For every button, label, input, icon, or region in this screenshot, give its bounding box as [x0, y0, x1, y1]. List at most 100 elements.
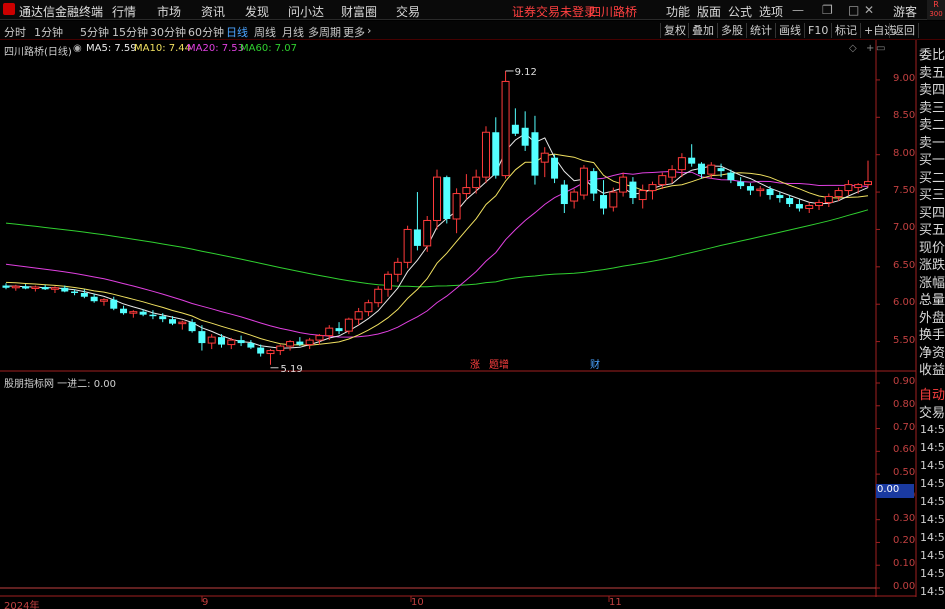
side-tab-1[interactable]: 交易	[919, 402, 945, 421]
candle-down	[531, 115, 539, 185]
candle-down	[413, 192, 421, 251]
indicator-tick-label: 0.90	[893, 376, 916, 387]
side-label-5: 卖一	[919, 135, 945, 151]
side-label-14: 总量	[919, 293, 945, 308]
candle-up	[207, 334, 216, 350]
event-marker: 涨	[470, 359, 480, 371]
candle-body	[393, 261, 402, 275]
candle-body	[315, 335, 324, 341]
side-label-2: 卖四	[919, 83, 945, 98]
price-tick-label: 8.50	[893, 110, 916, 122]
candle-down	[737, 177, 745, 190]
candle-up	[805, 202, 814, 213]
candle-body	[266, 350, 275, 355]
candle-body	[305, 339, 314, 346]
price-tick-label: 5.50	[893, 334, 916, 346]
candle-up	[129, 310, 138, 318]
candle-body	[71, 291, 79, 293]
ma60-label: MA60: 7.07	[240, 43, 298, 54]
candle-body	[776, 195, 784, 199]
candle-up	[276, 344, 285, 356]
candle-body	[795, 204, 803, 209]
moving-average-lines	[5, 133, 869, 349]
candle-body	[169, 319, 177, 324]
candle-body	[354, 311, 363, 320]
window-icon[interactable]: ▭	[876, 43, 885, 54]
candle-down	[80, 289, 88, 299]
candle-body	[560, 184, 568, 205]
eye-icon[interactable]: ◉	[73, 43, 82, 54]
candle-body	[600, 195, 608, 209]
candle-body	[727, 172, 735, 181]
candle-up	[638, 184, 647, 209]
candle-up	[31, 285, 40, 292]
side-label-17: 净资	[919, 345, 945, 361]
candle-down	[521, 111, 529, 151]
candle-down	[41, 284, 49, 291]
candle-up	[579, 165, 588, 200]
side-label-10: 买五	[919, 223, 945, 238]
kline-chart[interactable]: 9.12 5.19 涨题增 财	[0, 0, 945, 609]
candle-body	[658, 175, 667, 186]
diamond-icon[interactable]: ◇	[849, 43, 857, 54]
indicator-tick-label: 0.20	[893, 535, 916, 547]
candle-body	[815, 202, 824, 207]
candle-body	[403, 228, 412, 263]
candle-body	[384, 273, 393, 290]
x-label-oct: 10	[411, 597, 424, 608]
candle-body	[540, 152, 549, 163]
candle-up	[815, 199, 824, 211]
candle-body	[668, 169, 677, 178]
candle-down	[786, 195, 794, 208]
candle-body	[149, 314, 157, 317]
side-label-4: 卖二	[919, 118, 945, 133]
plus-icon[interactable]: +	[866, 43, 874, 54]
candle-body	[570, 191, 579, 202]
candle-up	[266, 349, 275, 365]
candle-up	[864, 160, 872, 188]
ma5-label: MA5: 7.59	[86, 43, 137, 54]
trade-time: 14:56	[920, 549, 945, 562]
stock-period-label: 四川路桥(日线)	[4, 47, 72, 58]
candle-body	[80, 292, 88, 297]
indicator-tick-label: 0.70	[893, 421, 916, 433]
side-label-7: 买二	[919, 170, 945, 186]
candle-down	[511, 108, 519, 136]
candle-down	[149, 310, 157, 320]
candle-body	[638, 190, 647, 201]
candle-up	[570, 189, 579, 209]
trade-time: 14:56	[920, 495, 945, 508]
chart-annotations: 9.12 5.19 涨题增 财	[0, 67, 876, 589]
candle-down	[22, 284, 30, 290]
candle-up	[99, 298, 108, 306]
candle-body	[237, 340, 245, 344]
candle-body	[11, 285, 20, 289]
candle-up	[472, 169, 481, 194]
candle-body	[531, 132, 539, 176]
candle-down	[629, 177, 637, 205]
candle-body	[325, 327, 334, 337]
candle-down	[590, 168, 598, 202]
side-label-8: 买三	[919, 188, 945, 203]
candle-body	[756, 188, 765, 192]
candle-body	[443, 177, 451, 219]
candle-body	[472, 176, 481, 189]
candle-body	[609, 191, 618, 208]
candle-up	[668, 165, 677, 184]
side-label-6: 买一	[919, 153, 945, 168]
candle-down	[600, 180, 608, 215]
candle-up	[481, 126, 490, 184]
candle-up	[844, 180, 853, 196]
candle-body	[159, 316, 167, 320]
candle-down	[335, 322, 343, 335]
price-tick-label: 8.00	[893, 147, 916, 159]
candle-body	[227, 339, 236, 346]
candle-up	[178, 320, 187, 330]
candle-body	[296, 341, 304, 345]
candle-down	[247, 340, 255, 350]
candle-body	[188, 322, 196, 332]
price-tick-label: 6.00	[893, 297, 916, 309]
side-tab-0[interactable]: 自动	[919, 384, 945, 403]
candle-up	[384, 271, 393, 297]
x-label-nov: 11	[609, 597, 622, 608]
